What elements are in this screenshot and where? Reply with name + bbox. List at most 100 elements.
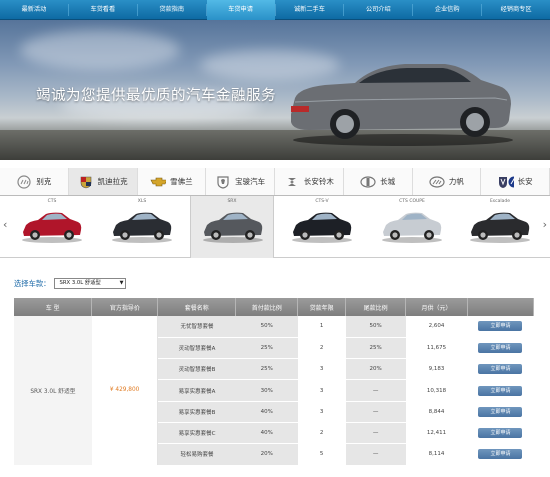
apply-now-button[interactable]: 立即申请 (478, 449, 523, 460)
greatwall-logo-icon (360, 174, 376, 190)
brand-label: 别克 (36, 177, 52, 186)
apply-now-button[interactable]: 立即申请 (478, 364, 523, 375)
action-cell: 立即申请 (467, 358, 534, 381)
changan-logo-icon (498, 174, 514, 190)
nav-item-dealer-zone[interactable]: 经销商专区 (482, 0, 550, 20)
monthly-payment-cell: 8,844 (405, 401, 468, 423)
banner-car-image (291, 64, 513, 146)
guide-price-cell: ¥ 429,800 (91, 316, 159, 466)
final-payment-cell: 50% (345, 316, 406, 338)
monthly-payment-cell: 9,183 (405, 358, 468, 381)
car-model-0[interactable]: CTS (10, 196, 94, 258)
monthly-payment-cell: 2,604 (405, 316, 468, 338)
plan-name-cell: 轻松易购套餐 (157, 443, 236, 466)
brand-tab-greatwall[interactable]: 长城 (344, 168, 413, 195)
model-selector-label: 选择车款： (14, 278, 51, 288)
car-model-2[interactable]: SRX (190, 196, 274, 258)
loan-term-cell: 5 (297, 443, 346, 466)
brand-label: 长城 (380, 177, 396, 186)
header-guide-price: 官方指导价 (91, 298, 159, 316)
suzuki-logo-icon (284, 174, 300, 190)
nav-item-loan-apply[interactable]: 车贷申请 (206, 0, 275, 20)
car-model-3[interactable]: CTS-V (280, 196, 364, 258)
car-model-name: CTS COUPE (399, 199, 425, 204)
final-payment-cell: 25% (345, 337, 406, 360)
car-thumbnail-image (112, 212, 172, 243)
loan-term-cell: 2 (297, 337, 346, 360)
model-select-dropdown[interactable]: SRX 3.0L 舒适型 ▼ (54, 278, 127, 289)
chevrolet-logo-icon (150, 174, 167, 190)
final-payment-cell: — (345, 379, 406, 402)
brand-tabs: 别克 凯迪拉克 雪佛兰 宝骏汽车 长安铃木 长城 力帆 长安 (0, 168, 550, 196)
brand-tab-baojun[interactable]: 宝骏汽车 (206, 168, 275, 195)
apply-now-button[interactable]: 立即申请 (478, 321, 523, 332)
plan-name-cell: 灵动智慧套餐A (157, 337, 236, 360)
down-payment-cell: 30% (235, 379, 298, 402)
nav-item-latest-activity[interactable]: 最新活动 (0, 0, 68, 20)
top-navigation: 最新活动 车贷看看 贷款指南 车贷申请 诚新二手车 公司介绍 企业信购 经销商专… (0, 0, 550, 20)
down-payment-cell: 40% (235, 422, 298, 445)
brand-tab-suzuki[interactable]: 长安铃木 (275, 168, 344, 195)
car-model-1[interactable]: XLS (100, 196, 184, 258)
brand-label: 力帆 (448, 177, 464, 186)
brand-label: 宝骏汽车 (235, 177, 266, 186)
car-model-5[interactable]: Escalade (458, 196, 542, 258)
final-payment-cell: — (345, 443, 406, 466)
action-cell: 立即申请 (467, 422, 534, 445)
car-model-name: Escalade (489, 199, 511, 204)
chevron-down-icon: ▼ (119, 280, 124, 286)
cadillac-logo-icon (78, 174, 94, 190)
header-action (467, 298, 535, 316)
nav-item-about-company[interactable]: 公司介绍 (344, 0, 412, 20)
plan-name-cell: 易享实惠套餐C (157, 422, 236, 445)
action-cell: 立即申请 (467, 337, 534, 360)
final-payment-cell: — (345, 422, 406, 445)
table-header-row: 车 型 官方指导价 套餐名称 首付款比例 贷款年限 尾款比例 月供（元） (14, 298, 535, 316)
brand-tab-buick[interactable]: 别克 (0, 168, 69, 195)
apply-now-button[interactable]: 立即申请 (478, 428, 523, 439)
header-plan-name: 套餐名称 (157, 298, 237, 316)
monthly-payment-cell: 11,675 (405, 337, 468, 360)
final-payment-cell: — (345, 401, 406, 423)
hero-banner: 竭诚为您提供最优质的汽车金融服务 (0, 20, 550, 160)
header-down-payment: 首付款比例 (235, 298, 299, 316)
loan-term-cell: 2 (297, 422, 346, 445)
brand-label: 雪佛兰 (170, 177, 193, 186)
carousel-prev-arrow-icon[interactable]: ‹ (3, 218, 7, 231)
monthly-payment-cell: 8,114 (405, 443, 468, 466)
brand-tab-cadillac[interactable]: 凯迪拉克 (68, 168, 138, 195)
loan-plan-table: 车 型 官方指导价 套餐名称 首付款比例 贷款年限 尾款比例 月供（元） SRX… (14, 298, 535, 466)
carousel-next-arrow-icon[interactable]: › (543, 218, 547, 231)
down-payment-cell: 40% (235, 401, 298, 423)
brand-tab-chevrolet[interactable]: 雪佛兰 (138, 168, 207, 195)
apply-now-button[interactable]: 立即申请 (478, 342, 523, 353)
apply-now-button[interactable]: 立即申请 (478, 385, 523, 396)
nav-item-used-car[interactable]: 诚新二手车 (276, 0, 344, 20)
plan-name-cell: 易享实惠套餐A (157, 379, 236, 402)
action-cell: 立即申请 (467, 316, 534, 338)
car-model-name: SRX (227, 199, 237, 204)
header-model: 车 型 (14, 298, 93, 316)
monthly-payment-cell: 12,411 (405, 422, 468, 445)
header-monthly-payment: 月供（元） (405, 298, 468, 316)
loan-term-cell: 1 (297, 316, 346, 338)
apply-now-button[interactable]: 立即申请 (478, 406, 523, 417)
down-payment-cell: 25% (235, 337, 298, 360)
banner-slogan: 竭诚为您提供最优质的汽车金融服务 (36, 88, 276, 104)
action-cell: 立即申请 (467, 379, 534, 402)
brand-tab-lifan[interactable]: 力帆 (413, 168, 482, 195)
nav-item-loan-overview[interactable]: 车贷看看 (69, 0, 137, 20)
car-model-name: CTS-V (315, 199, 329, 204)
brand-label: 长安 (517, 177, 533, 186)
nav-item-enterprise[interactable]: 企业信购 (413, 0, 481, 20)
model-cell: SRX 3.0L 舒适型 (14, 316, 92, 466)
brand-tab-changan[interactable]: 长安 (481, 168, 550, 195)
car-model-4[interactable]: CTS COUPE (370, 196, 454, 258)
car-thumbnail-image (22, 212, 82, 243)
car-model-name: CTS (47, 199, 57, 204)
plan-name-cell: 易享实惠套餐B (157, 401, 236, 423)
car-model-name: XLS (137, 199, 147, 204)
action-cell: 立即申请 (467, 401, 534, 423)
plan-name-cell: 灵动智慧套餐B (157, 358, 236, 381)
nav-item-loan-guide[interactable]: 贷款指南 (138, 0, 206, 20)
